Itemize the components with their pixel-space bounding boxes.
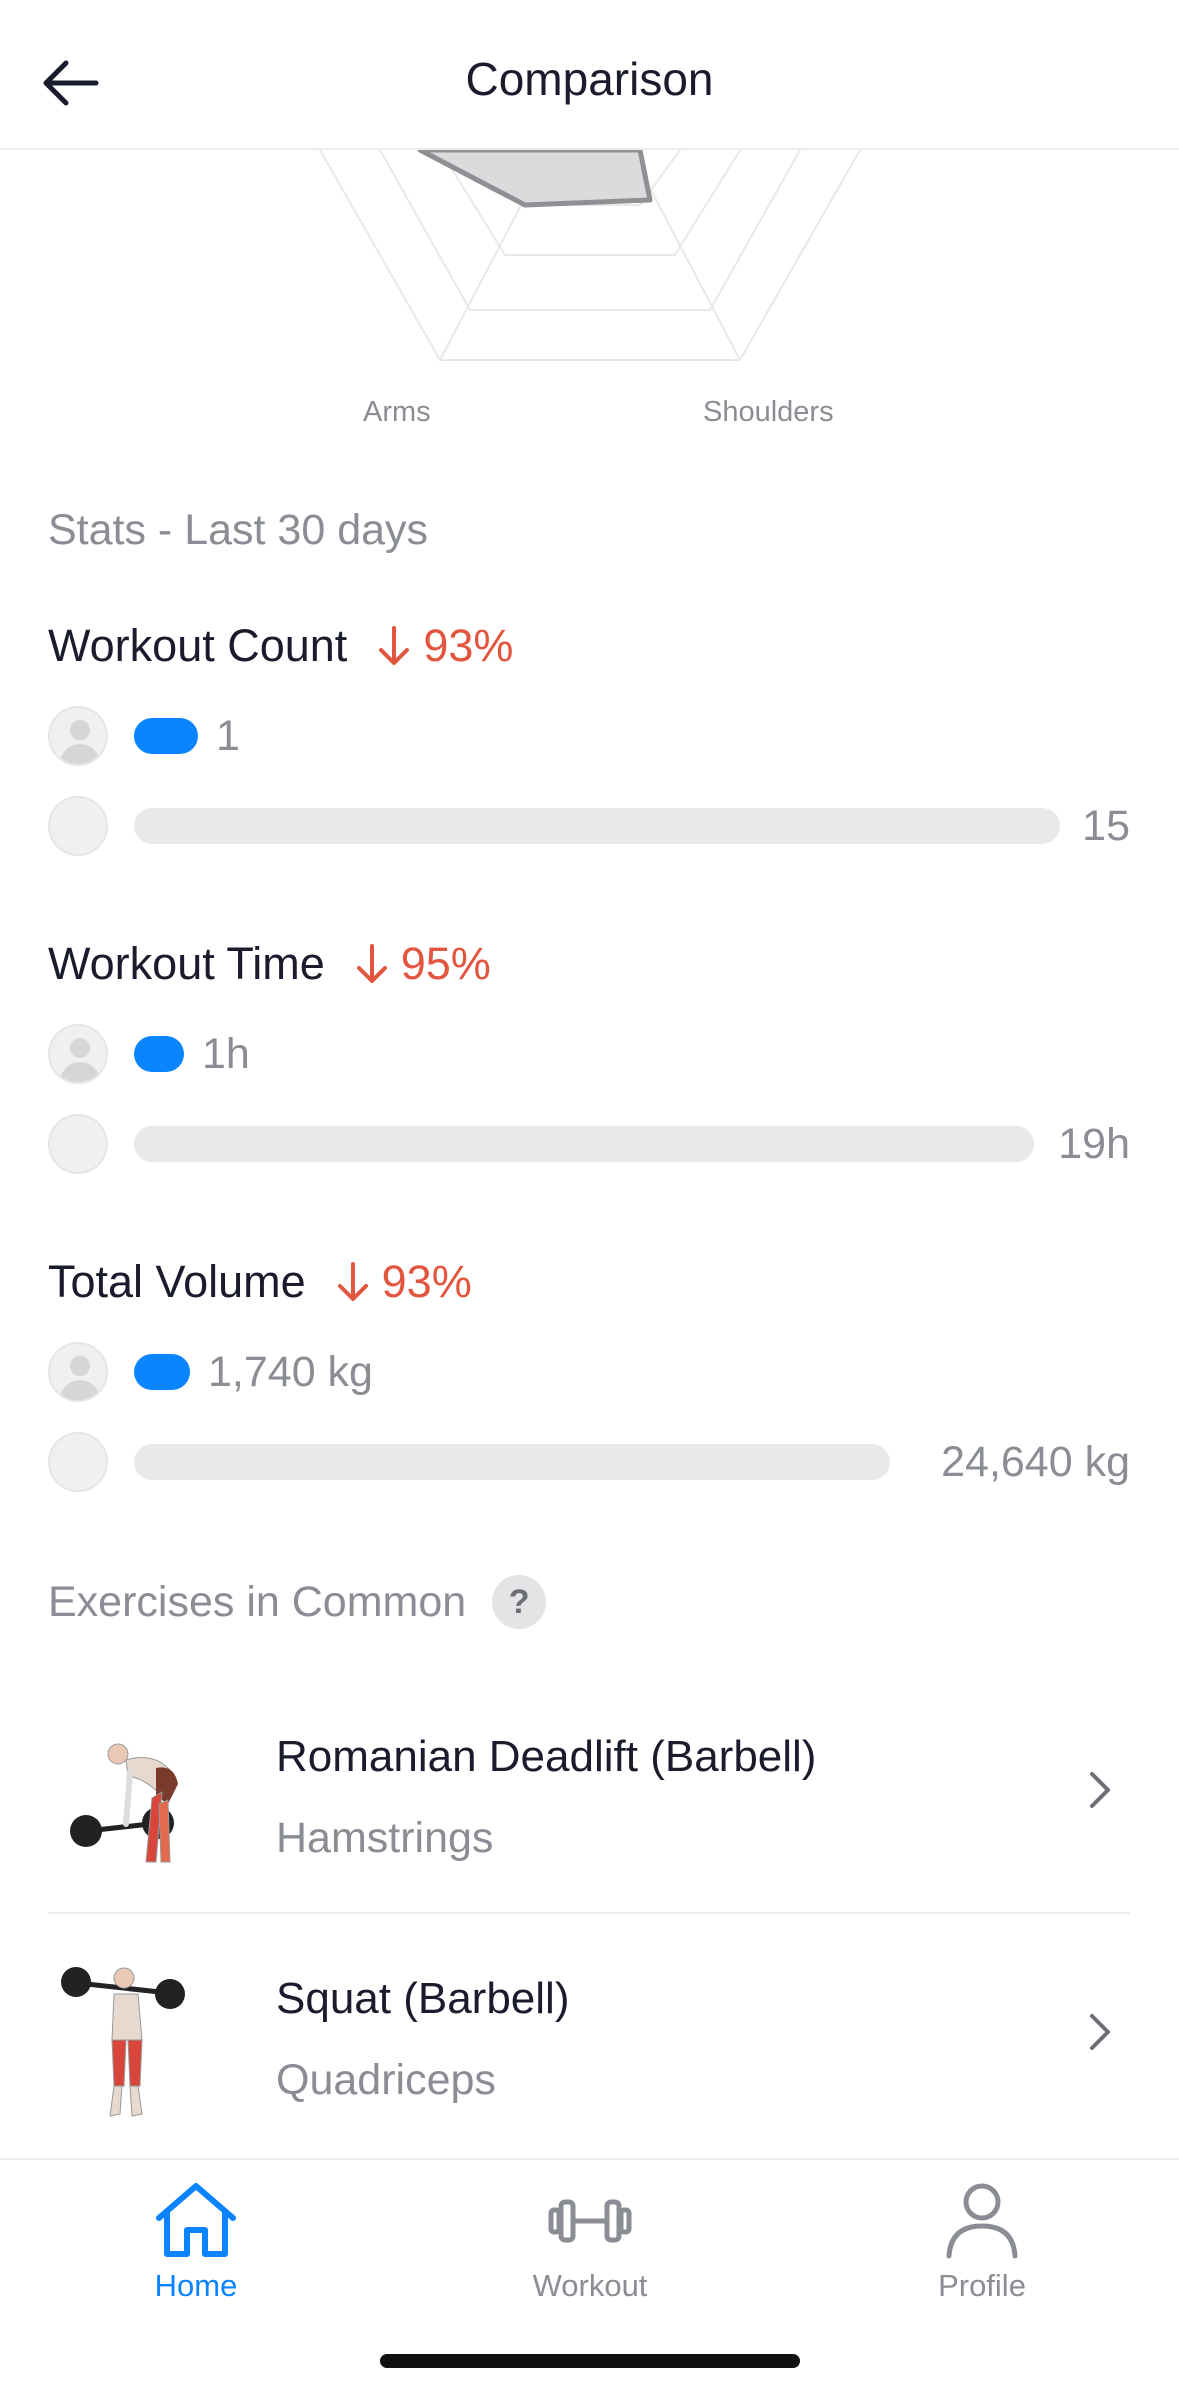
- metric-row-mine: 1,740 kg: [48, 1341, 1130, 1403]
- exercise-row-romanian-deadlift[interactable]: Romanian Deadlift (Barbell) Hamstrings: [48, 1692, 1130, 1892]
- metric-value-mine: 1h: [202, 1029, 250, 1078]
- tab-workout[interactable]: Workout: [470, 2180, 710, 2320]
- top-bar: Comparison: [0, 0, 1179, 150]
- arrow-down-icon: [379, 626, 410, 665]
- radar-label-shoulders: Shoulders: [703, 396, 834, 428]
- change-value: 93%: [381, 1256, 472, 1307]
- arrow-down-icon: [337, 1262, 368, 1301]
- metric-row-mine: 1: [48, 705, 1130, 767]
- exercise-muscle: Hamstrings: [276, 1814, 494, 1862]
- progress-bar-theirs: [134, 1444, 890, 1480]
- exercises-section-label: Exercises in Common: [48, 1577, 467, 1626]
- chevron-right-icon: [1090, 2014, 1110, 2050]
- change-indicator: 93%: [377, 620, 513, 672]
- metric-value-theirs: 24,640 kg: [941, 1437, 1130, 1486]
- progress-bar-mine: [134, 718, 198, 754]
- help-button[interactable]: ?: [492, 1575, 547, 1629]
- progress-bar-theirs: [134, 1126, 1034, 1162]
- metric-value-theirs: 19h: [1058, 1119, 1130, 1168]
- exercise-name: Squat (Barbell): [276, 1974, 570, 2023]
- metric-title-workout-count: Workout Count 93%: [48, 620, 513, 672]
- muscle-radar-chart: [319, 150, 861, 361]
- metric-value-mine: 1: [216, 711, 240, 760]
- home-indicator: [380, 2354, 800, 2368]
- home-icon: [156, 2183, 236, 2257]
- progress-bar-mine: [134, 1354, 190, 1390]
- avatar: [48, 1342, 108, 1402]
- dumbbell-icon: [548, 2199, 632, 2243]
- tab-label: Home: [154, 2268, 238, 2303]
- tab-label: Profile: [938, 2268, 1026, 2303]
- exercise-row-squat[interactable]: Squat (Barbell) Quadriceps: [48, 1934, 1130, 2134]
- exercise-name: Romanian Deadlift (Barbell): [276, 1732, 817, 1781]
- metric-row-theirs: 19h: [48, 1113, 1130, 1175]
- arrow-down-icon: [356, 944, 387, 983]
- progress-bar-theirs: [134, 808, 1060, 844]
- change-value: 93%: [423, 620, 514, 671]
- avatar: [48, 1024, 108, 1084]
- metric-row-theirs: 24,640 kg: [48, 1431, 1130, 1493]
- page-title: Comparison: [465, 53, 714, 105]
- metric-label: Workout Time: [48, 938, 325, 989]
- radar-label-arms: Arms: [363, 396, 431, 428]
- exercises-section-title: Exercises in Common ?: [48, 1575, 547, 1629]
- metric-label: Workout Count: [48, 620, 348, 671]
- exercise-muscle: Quadriceps: [276, 2056, 496, 2104]
- metric-label: Total Volume: [48, 1256, 306, 1307]
- metric-title-workout-time: Workout Time 95%: [48, 938, 491, 990]
- stats-section-title: Stats - Last 30 days: [48, 506, 429, 554]
- person-icon: [946, 2183, 1018, 2259]
- metric-value-theirs: 15: [1082, 801, 1130, 850]
- metric-title-total-volume: Total Volume 93%: [48, 1256, 472, 1308]
- avatar: [48, 706, 108, 766]
- metric-row-theirs: 15: [48, 795, 1130, 857]
- squat-illustration: [61, 1967, 185, 2117]
- change-value: 95%: [400, 938, 491, 989]
- progress-bar-mine: [134, 1036, 184, 1072]
- avatar: [48, 796, 108, 856]
- radar-area: [417, 150, 653, 208]
- change-indicator: 95%: [355, 938, 491, 990]
- tab-profile[interactable]: Profile: [862, 2180, 1102, 2320]
- change-indicator: 93%: [336, 1256, 472, 1308]
- avatar: [48, 1114, 108, 1174]
- romanian-deadlift-illustration: [70, 1743, 178, 1863]
- metric-value-mine: 1,740 kg: [208, 1347, 373, 1396]
- tab-label: Workout: [532, 2268, 648, 2303]
- avatar: [48, 1432, 108, 1492]
- metric-row-mine: 1h: [48, 1023, 1130, 1085]
- divider: [48, 1912, 1130, 1914]
- tab-home[interactable]: Home: [76, 2180, 316, 2320]
- chevron-right-icon: [1090, 1772, 1110, 1808]
